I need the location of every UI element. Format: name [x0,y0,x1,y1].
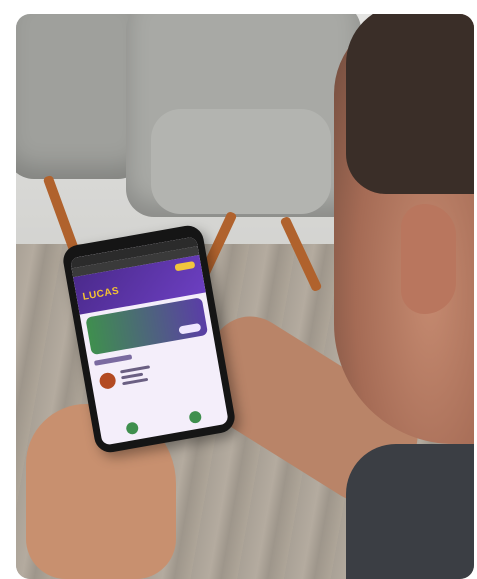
photo: LUCAS [16,14,474,579]
person-ear [401,204,456,314]
armchair-seat [151,109,331,214]
item-avatar [98,371,117,390]
section-title [93,354,133,366]
item-text [120,362,153,388]
person-hair [346,14,474,194]
promo-button [178,322,202,335]
nav-button [188,410,203,425]
nav-button [125,421,140,436]
person-shirt [346,444,474,579]
phone-screen: LUCAS [69,236,229,446]
app-bottom-nav [100,406,228,440]
app-logo: LUCAS [81,285,121,303]
header-badge [174,260,196,272]
